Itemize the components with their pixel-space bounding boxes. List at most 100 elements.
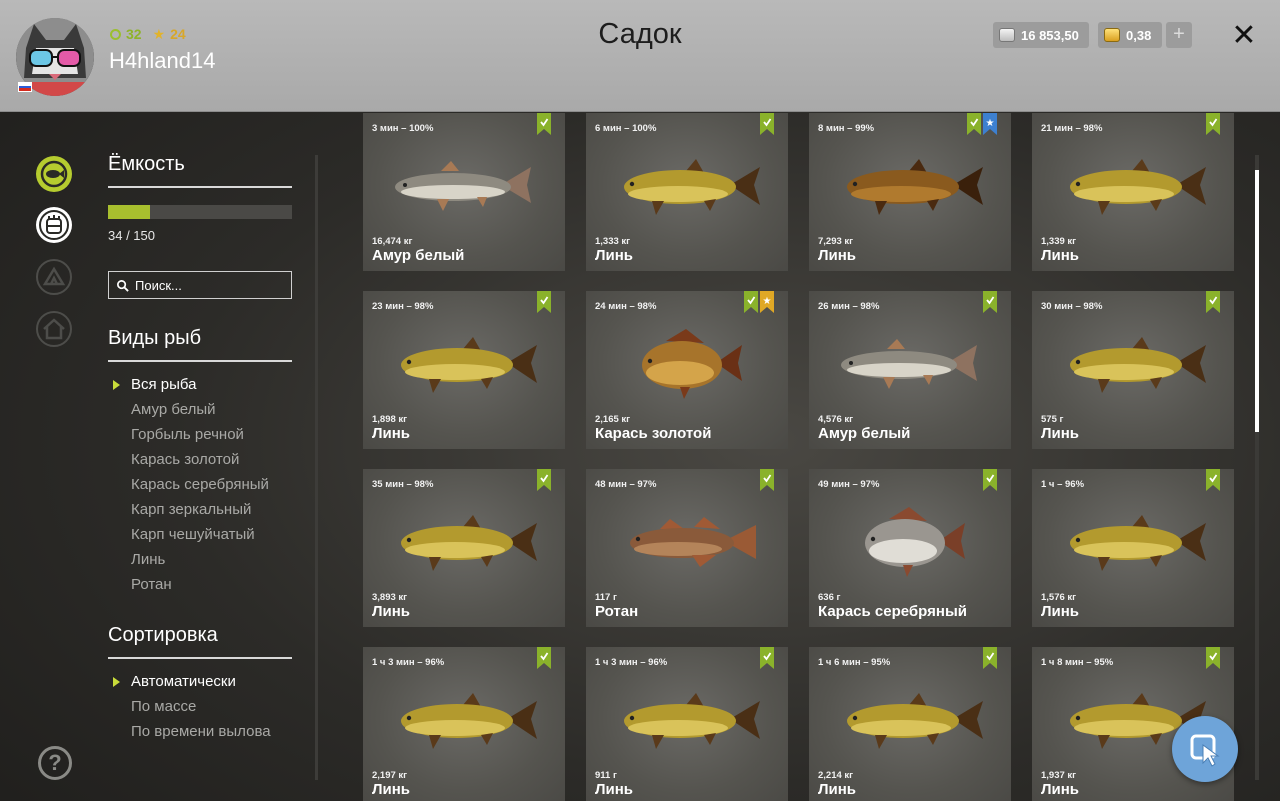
fish-card[interactable]: 1 ч 3 мин – 96% 2,197 кг Линь [363, 647, 565, 801]
fish-card[interactable]: 24 мин – 98% ★ 2,165 кг Карась золотой [586, 291, 788, 449]
fish-badges [760, 469, 774, 491]
species-filter-item[interactable]: Карась золотой [112, 451, 296, 476]
fish-image [381, 141, 547, 229]
capacity-bar-fill [108, 205, 150, 219]
username[interactable]: H4hland14 [109, 48, 215, 74]
panel-divider [315, 155, 318, 780]
fish-badges [983, 647, 997, 669]
fish-badges [537, 647, 551, 669]
cursor-icon [1190, 734, 1220, 767]
catch-time: 1 ч 3 мин – 96% [372, 657, 445, 668]
capacity-section: Ёмкость [108, 153, 292, 188]
blue-ribbon-icon: ★ [983, 113, 997, 135]
cursor-mode-button[interactable] [1172, 716, 1238, 782]
species-filter-item[interactable]: Амур белый [112, 401, 296, 426]
fish-image [827, 497, 993, 585]
fish-image [604, 319, 770, 407]
fish-badges [983, 291, 997, 313]
fish-badges [1206, 647, 1220, 669]
capacity-count: 34 / 150 [108, 228, 155, 243]
catch-time: 21 мин – 98% [1041, 123, 1103, 134]
fish-card[interactable]: 21 мин – 98% 1,339 кг Линь [1032, 113, 1234, 271]
species-filter-item[interactable]: Карп чешуйчатый [112, 526, 296, 551]
green-ribbon-icon [1206, 113, 1220, 135]
species-filter-item[interactable]: Вся рыба [112, 376, 296, 401]
player-stats: 32 ★ 24 [110, 25, 186, 43]
gold-balance: 0,38 [1098, 22, 1162, 48]
species-filter-item[interactable]: Линь [112, 551, 296, 576]
nav-tent-icon[interactable] [36, 259, 72, 295]
scrollbar-thumb[interactable] [1255, 170, 1259, 432]
nav-keepnet-icon[interactable] [36, 207, 72, 243]
fish-name: Карась серебряный [818, 603, 967, 620]
nav-fish-icon[interactable] [36, 156, 72, 192]
fish-badges [983, 469, 997, 491]
fish-image [381, 675, 547, 763]
catch-time: 8 мин – 99% [818, 123, 875, 134]
fish-card[interactable]: 8 мин – 99% ★ 7,293 кг Линь [809, 113, 1011, 271]
species-filter-item[interactable]: Горбыль речной [112, 426, 296, 451]
add-currency-button[interactable]: + [1166, 22, 1192, 48]
green-ribbon-icon [537, 647, 551, 669]
fish-weight: 7,293 кг [818, 236, 854, 247]
fish-weight: 1,576 кг [1041, 592, 1077, 603]
search-box[interactable] [108, 271, 292, 299]
gold-coin-icon [1104, 28, 1120, 42]
catch-time: 35 мин – 98% [372, 479, 434, 490]
fish-weight: 636 г [818, 592, 841, 603]
fish-weight: 911 г [595, 770, 617, 781]
nav-home-icon[interactable] [36, 311, 72, 347]
catch-time: 6 мин – 100% [595, 123, 657, 134]
green-ribbon-icon [983, 469, 997, 491]
fish-badges [537, 291, 551, 313]
catch-time: 48 мин – 97% [595, 479, 657, 490]
fish-image [827, 319, 993, 407]
sort-option-item[interactable]: По массе [112, 698, 296, 723]
species-section: Виды рыб [108, 327, 292, 362]
fish-image [1050, 141, 1216, 229]
fish-name: Амур белый [372, 247, 465, 264]
fish-card[interactable]: 30 мин – 98% 575 г Линь [1032, 291, 1234, 449]
species-filter-item[interactable]: Ротан [112, 576, 296, 601]
divider [108, 360, 292, 362]
sort-option-item[interactable]: По времени вылова [112, 723, 296, 748]
fish-badges [537, 469, 551, 491]
fish-weight: 1,898 кг [372, 414, 408, 425]
fish-name: Амур белый [818, 425, 911, 442]
fish-card[interactable]: 48 мин – 97% 117 г Ротан [586, 469, 788, 627]
fish-card[interactable]: 1 ч 3 мин – 96% 911 г Линь [586, 647, 788, 801]
fish-image [604, 675, 770, 763]
help-button[interactable]: ? [38, 746, 72, 780]
catch-time: 1 ч 8 мин – 95% [1041, 657, 1114, 668]
fish-card[interactable]: 3 мин – 100% 16,474 кг Амур белый [363, 113, 565, 271]
species-filter-item[interactable]: Карп зеркальный [112, 501, 296, 526]
catch-time: 1 ч – 96% [1041, 479, 1085, 490]
sort-title: Сортировка [108, 624, 218, 646]
fish-card[interactable]: 1 ч 6 мин – 95% 2,214 кг Линь [809, 647, 1011, 801]
fish-card[interactable]: 49 мин – 97% 636 г Карась серебряный [809, 469, 1011, 627]
fish-name: Ротан [595, 603, 639, 620]
search-input[interactable] [135, 277, 285, 293]
catch-time: 49 мин – 97% [818, 479, 880, 490]
fish-weight: 1,937 кг [1041, 770, 1077, 781]
fish-card[interactable]: 35 мин – 98% 3,893 кг Линь [363, 469, 565, 627]
fish-card[interactable]: 6 мин – 100% 1,333 кг Линь [586, 113, 788, 271]
species-filter-item[interactable]: Карась серебряный [112, 476, 296, 501]
fish-card[interactable]: 23 мин – 98% 1,898 кг Линь [363, 291, 565, 449]
green-ribbon-icon [537, 291, 551, 313]
fish-card[interactable]: 1 ч – 96% 1,576 кг Линь [1032, 469, 1234, 627]
fish-name: Линь [372, 781, 411, 798]
green-ribbon-icon [744, 291, 758, 313]
fish-name: Линь [1041, 247, 1080, 264]
fish-card[interactable]: 26 мин – 98% 4,576 кг Амур белый [809, 291, 1011, 449]
species-title: Виды рыб [108, 327, 202, 349]
fish-weight: 575 г [1041, 414, 1064, 425]
close-button[interactable]: ✕ [1228, 20, 1260, 52]
fish-weight: 3,893 кг [372, 592, 408, 603]
sort-option-item[interactable]: Автоматически [112, 673, 296, 698]
silver-amount: 16 853,50 [1021, 27, 1079, 43]
fish-image [381, 497, 547, 585]
fish-badges: ★ [967, 113, 997, 135]
capacity-title: Ёмкость [108, 153, 185, 175]
star-icon: ★ [152, 26, 166, 42]
